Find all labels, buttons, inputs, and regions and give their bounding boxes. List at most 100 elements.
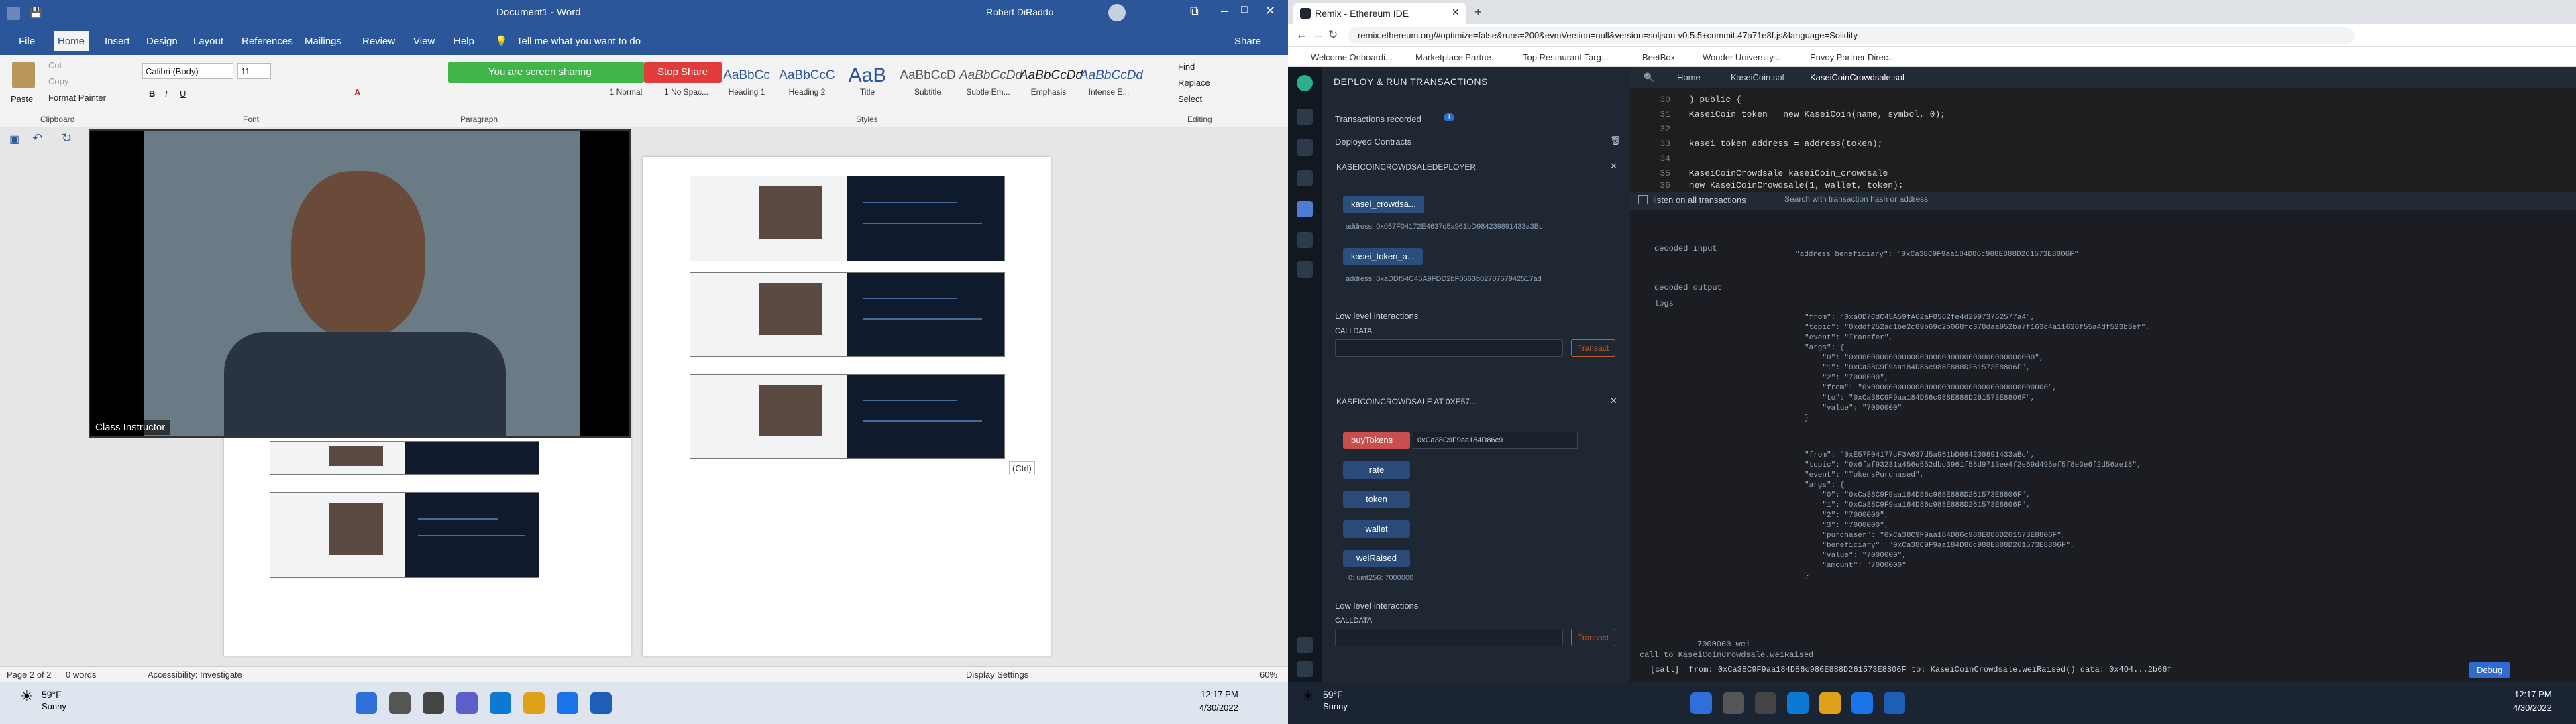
- deploy-icon[interactable]: [1297, 201, 1313, 217]
- bookmark-item[interactable]: Wonder University...: [1703, 52, 1780, 62]
- style-heading-2[interactable]: AaBbCcC Heading 2: [778, 64, 836, 106]
- contract-deployer-header[interactable]: KASEICOINCROWDSALEDEPLOYER: [1336, 162, 1578, 172]
- cut-button[interactable]: Cut: [48, 60, 62, 70]
- compiler-icon[interactable]: [1297, 170, 1313, 186]
- search-icon[interactable]: [1723, 692, 1744, 714]
- word-icon[interactable]: [590, 692, 612, 714]
- redo-icon[interactable]: ↻: [62, 131, 72, 145]
- word-count[interactable]: 0 words: [66, 670, 97, 680]
- style-subtle-emphasis[interactable]: AaBbCcDd Subtle Em...: [959, 64, 1022, 106]
- teams-icon[interactable]: [456, 692, 478, 714]
- code-area[interactable]: 30 ) public { 31 KaseiCoin token = new K…: [1630, 91, 2576, 192]
- tab-design[interactable]: Design: [142, 35, 182, 55]
- testing-icon[interactable]: [1297, 261, 1313, 278]
- replace-button[interactable]: Replace: [1178, 78, 1210, 88]
- underline-icon[interactable]: U: [180, 88, 186, 99]
- word-icon[interactable]: [1884, 692, 1905, 714]
- remix-logo-icon[interactable]: [1297, 75, 1313, 91]
- back-icon[interactable]: ←: [1296, 28, 1307, 42]
- task-view-icon[interactable]: [423, 692, 444, 714]
- bookmark-item[interactable]: Top Restaurant Targ...: [1523, 52, 1609, 62]
- close-icon[interactable]: ✕: [1265, 4, 1275, 18]
- kasei-crowdsale-button[interactable]: kasei_crowdsa...: [1343, 196, 1424, 213]
- tab-home[interactable]: Home: [54, 31, 89, 51]
- edge-icon[interactable]: [1787, 692, 1809, 714]
- wallet-button[interactable]: wallet: [1343, 520, 1410, 538]
- bookmark-item[interactable]: Envoy Partner Direc...: [1810, 52, 1895, 62]
- token-button[interactable]: token: [1343, 491, 1410, 508]
- transact-button[interactable]: Transact: [1571, 629, 1615, 646]
- search-icon[interactable]: [1297, 139, 1313, 156]
- tell-me-box[interactable]: Tell me what you want to do: [517, 36, 641, 47]
- select-button[interactable]: Select: [1178, 94, 1202, 104]
- tab-crowdsale[interactable]: KaseiCoinCrowdsale.sol: [1810, 70, 1904, 86]
- weather-condition[interactable]: Sunny: [42, 701, 66, 711]
- paste-options-button[interactable]: (Ctrl): [1009, 461, 1035, 475]
- format-painter-button[interactable]: Format Painter: [48, 93, 106, 103]
- find-button[interactable]: Find: [1178, 62, 1195, 72]
- weather-condition[interactable]: Sunny: [1323, 701, 1348, 711]
- calldata-input[interactable]: [1335, 629, 1563, 646]
- save-icon[interactable]: 💾: [30, 7, 42, 19]
- close-icon[interactable]: ✕: [1610, 396, 1617, 406]
- style-emphasis[interactable]: AaBbCcDd Emphasis: [1020, 64, 1083, 106]
- tab-mailings[interactable]: Mailings: [301, 35, 345, 55]
- reload-icon[interactable]: ↻: [1328, 28, 1338, 42]
- start-icon[interactable]: [1690, 692, 1712, 714]
- debug-button[interactable]: Debug: [2469, 662, 2511, 678]
- kasei-token-address-button[interactable]: kasei_token_a...: [1343, 248, 1423, 265]
- address-bar[interactable]: remix.ethereum.org/#optimize=false&runs=…: [1348, 27, 2355, 44]
- transactions-recorded[interactable]: Transactions recorded: [1335, 114, 1421, 124]
- close-icon[interactable]: ✕: [1610, 161, 1617, 172]
- clock-time[interactable]: 12:17 PM: [1201, 689, 1238, 699]
- chrome-icon[interactable]: [1851, 692, 1873, 714]
- style-subtitle[interactable]: AaBbCcD Subtitle: [899, 64, 957, 106]
- bookmark-item[interactable]: BeetBox: [1642, 52, 1675, 62]
- avatar[interactable]: [1108, 4, 1126, 21]
- font-name-select[interactable]: Calibri (Body): [142, 63, 233, 79]
- page-2[interactable]: (Ctrl): [643, 157, 1051, 656]
- tx-search-input[interactable]: Search with transaction hash or address: [1784, 194, 2026, 208]
- trash-icon[interactable]: 🗑: [1610, 135, 1621, 146]
- plugin-manager-icon[interactable]: [1297, 637, 1313, 653]
- settings-icon[interactable]: [1297, 661, 1313, 677]
- autosave-icon[interactable]: [7, 7, 20, 20]
- minimize-icon[interactable]: –: [1221, 4, 1228, 18]
- tab-kaseicoin[interactable]: KaseiCoin.sol: [1731, 70, 1784, 86]
- screenshot-thumbnail[interactable]: [690, 272, 1005, 357]
- tab-references[interactable]: References: [237, 35, 297, 55]
- chrome-icon[interactable]: [557, 692, 578, 714]
- listen-checkbox[interactable]: [1638, 195, 1648, 204]
- weather-icon[interactable]: ☀: [20, 688, 34, 705]
- stop-share-button[interactable]: Stop Share: [644, 62, 722, 83]
- wei-raised-button[interactable]: weiRaised: [1343, 550, 1410, 567]
- screenshot-thumbnail[interactable]: [690, 176, 1005, 261]
- explorer-icon[interactable]: [1819, 692, 1841, 714]
- screenshot-thumbnail[interactable]: [270, 492, 539, 578]
- calldata-input[interactable]: [1335, 339, 1563, 357]
- edge-icon[interactable]: [490, 692, 511, 714]
- italic-icon[interactable]: I: [165, 88, 168, 99]
- style-title[interactable]: AaB Title: [839, 64, 896, 106]
- maximize-icon[interactable]: □: [1241, 4, 1248, 16]
- new-tab-icon[interactable]: +: [1474, 5, 1482, 19]
- screenshot-thumbnail[interactable]: [690, 374, 1005, 459]
- clock-date[interactable]: 4/30/2022: [1199, 703, 1238, 713]
- buy-tokens-input[interactable]: 0xCa38C9F9aa184D86c9: [1413, 432, 1578, 449]
- close-tab-icon[interactable]: ✕: [1452, 7, 1460, 18]
- style-heading-1[interactable]: AaBbCc Heading 1: [718, 64, 775, 106]
- tab-view[interactable]: View: [409, 35, 439, 55]
- zoom-level[interactable]: 60%: [1260, 670, 1277, 680]
- task-view-icon[interactable]: [1755, 692, 1776, 714]
- font-size-select[interactable]: 11: [237, 63, 271, 79]
- debugger-icon[interactable]: [1297, 232, 1313, 248]
- undo-icon[interactable]: ↶: [32, 131, 42, 145]
- weather-icon[interactable]: ☀: [1301, 688, 1315, 705]
- search-icon[interactable]: 🔍: [1644, 70, 1654, 86]
- explorer-icon[interactable]: [523, 692, 545, 714]
- paste-label[interactable]: Paste: [11, 94, 33, 104]
- contract-crowdsale-header[interactable]: KASEICOINCROWDSALE AT 0XE57...: [1336, 397, 1578, 406]
- tab-home[interactable]: Home: [1677, 70, 1701, 86]
- transact-button[interactable]: Transact: [1571, 339, 1615, 357]
- font-color-icon[interactable]: A: [354, 87, 360, 97]
